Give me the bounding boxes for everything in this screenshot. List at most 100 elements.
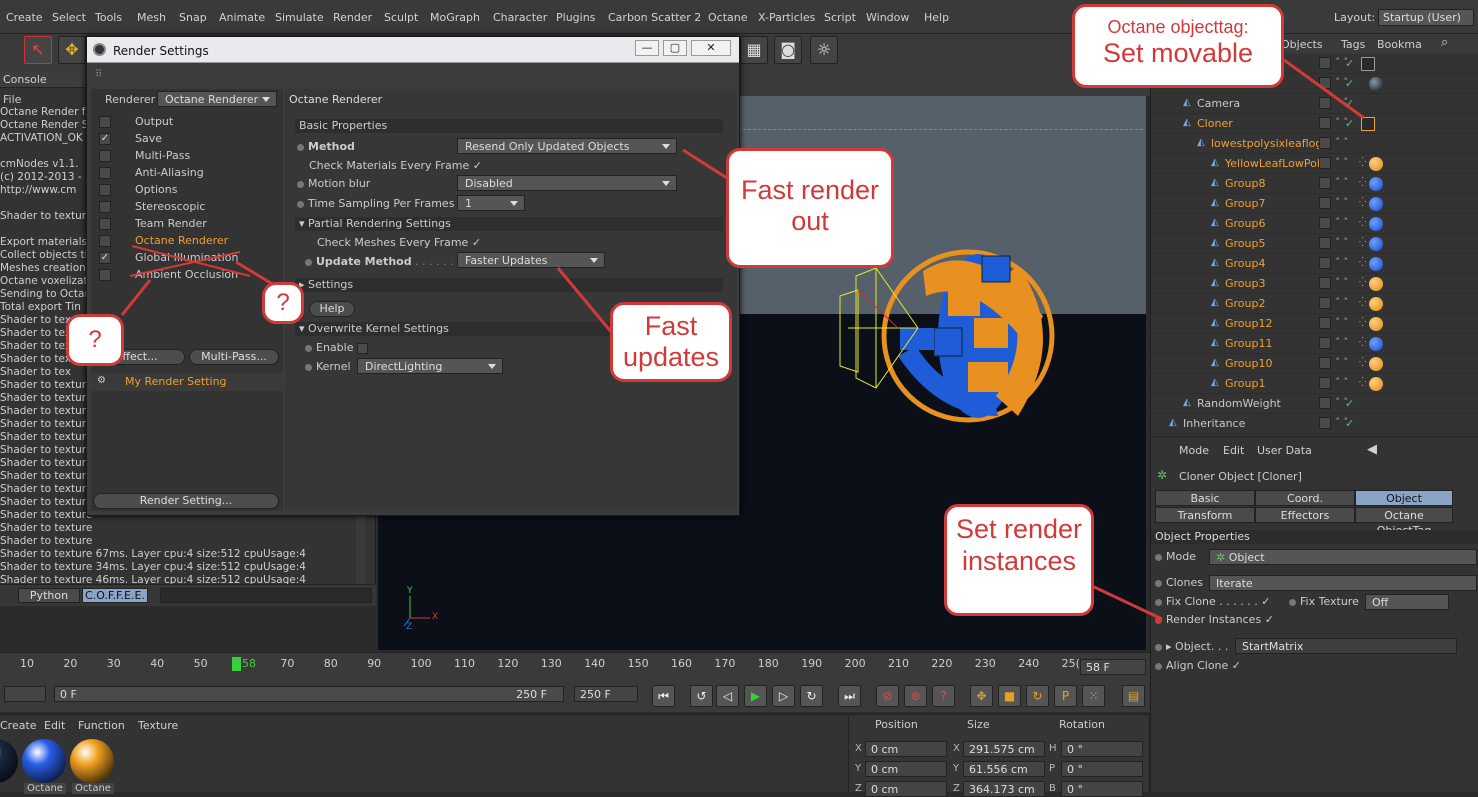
objects-tab[interactable]: Objects	[1281, 38, 1323, 51]
phong-tag-icon[interactable]: ⁛	[1359, 378, 1366, 388]
coord-size-field[interactable]: 291.575 cm	[963, 741, 1045, 757]
back-arrow-icon[interactable]: ◀	[1367, 442, 1377, 457]
object-name[interactable]: Group3	[1225, 277, 1266, 290]
material-tag-icon[interactable]	[1369, 257, 1383, 271]
enabled-check-icon[interactable]: ✓	[1345, 57, 1354, 70]
render-setting-checkbox[interactable]	[99, 235, 111, 247]
tab-transform[interactable]: Transform	[1155, 507, 1255, 523]
tab-octane-objecttag[interactable]: Octane ObjectTag	[1355, 507, 1453, 537]
method-dropdown[interactable]: Resend Only Updated Objects	[457, 138, 677, 154]
align-clone-check[interactable]: ✓	[1232, 659, 1241, 672]
end-frame-field[interactable]: 250 F	[574, 686, 638, 702]
editor-visibility-icon[interactable]	[1319, 257, 1331, 269]
editor-visibility-icon[interactable]	[1319, 117, 1331, 129]
editor-visibility-icon[interactable]	[1319, 57, 1331, 69]
render-instances-check[interactable]: ✓	[1265, 613, 1274, 626]
octane-objecttag-icon[interactable]	[1361, 117, 1375, 131]
menu-item-plugins[interactable]: Plugins	[556, 11, 595, 24]
play-icon[interactable]: ▶	[744, 685, 767, 707]
render-setting-button[interactable]: Render Setting...	[93, 493, 279, 509]
render-setting-checkbox[interactable]	[99, 201, 111, 213]
render-visibility-dots[interactable]: • •	[1335, 136, 1348, 145]
coord-pos-field[interactable]: 0 cm	[865, 781, 947, 797]
attr-userdata-menu[interactable]: User Data	[1257, 444, 1312, 457]
menu-item-carbon-scatter-2[interactable]: Carbon Scatter 2	[608, 11, 701, 24]
scale-key-icon[interactable]: ■	[998, 685, 1021, 707]
object-row[interactable]: ◭ RandomWeight • • ✓	[1151, 394, 1478, 414]
editor-visibility-icon[interactable]	[1319, 317, 1331, 329]
coord-pos-field[interactable]: 0 cm	[865, 761, 947, 777]
script-input[interactable]	[160, 588, 372, 603]
object-name[interactable]: Group6	[1225, 217, 1266, 230]
menu-item-window[interactable]: Window	[866, 11, 909, 24]
pla-key-icon[interactable]: ⁙	[1082, 685, 1105, 707]
menu-item-mesh[interactable]: Mesh	[137, 11, 166, 24]
render-setting-item-octane-renderer[interactable]: Octane Renderer	[135, 234, 228, 247]
render-visibility-dots[interactable]: • •	[1335, 156, 1348, 165]
start-frame-field[interactable]	[4, 686, 46, 702]
phong-tag-icon[interactable]: ⁛	[1359, 238, 1366, 248]
object-row[interactable]: ◭ Cloner • • ✓	[1151, 114, 1478, 134]
object-row[interactable]: ◭ YellowLeafLowPoly • • ⁛	[1151, 154, 1478, 174]
object-row[interactable]: ◭ Group7 • • ⁛	[1151, 194, 1478, 214]
object-name[interactable]: Group5	[1225, 237, 1266, 250]
light-icon[interactable]: ☼	[810, 36, 838, 64]
coord-pos-field[interactable]: 0 cm	[865, 741, 947, 757]
phong-tag-icon[interactable]: ⁛	[1359, 278, 1366, 288]
coord-size-field[interactable]: 364.173 cm	[963, 781, 1045, 797]
enabled-check-icon[interactable]: ✓	[1345, 417, 1354, 430]
coffee-tab[interactable]: C.O.F.F.E.E.	[82, 588, 148, 603]
position-key-icon[interactable]: ✥	[970, 685, 993, 707]
editor-visibility-icon[interactable]	[1319, 217, 1331, 229]
move-tool-icon[interactable]: ✥	[58, 36, 86, 64]
object-row[interactable]: ◭ Group10 • • ⁛	[1151, 354, 1478, 374]
editor-visibility-icon[interactable]	[1319, 77, 1331, 89]
render-visibility-dots[interactable]: • •	[1335, 196, 1348, 205]
editor-visibility-icon[interactable]	[1319, 137, 1331, 149]
render-setting-checkbox[interactable]	[99, 218, 111, 230]
render-visibility-dots[interactable]: • •	[1335, 256, 1348, 265]
my-render-setting-row[interactable]: ⚙ My Render Setting	[91, 373, 283, 391]
current-frame-field[interactable]: 58 F	[1080, 659, 1146, 675]
render-setting-item-stereoscopic[interactable]: Stereoscopic	[135, 200, 205, 213]
object-name[interactable]: Inheritance	[1183, 417, 1245, 430]
object-row[interactable]: ◭ Group12 • • ⁛	[1151, 314, 1478, 334]
layout-select[interactable]: Startup (User)	[1378, 9, 1474, 26]
menu-item-tools[interactable]: Tools	[95, 11, 122, 24]
tab-effectors[interactable]: Effectors	[1255, 507, 1355, 523]
material-tag-icon[interactable]	[1369, 197, 1383, 211]
object-row[interactable]: ◭ Inheritance • • ✓	[1151, 414, 1478, 434]
next-key-icon[interactable]: ↻	[800, 685, 823, 707]
check-meshes-check[interactable]: ✓	[472, 236, 481, 249]
multipass-button[interactable]: Multi-Pass...	[189, 349, 279, 365]
render-setting-item-output[interactable]: Output	[135, 115, 173, 128]
motion-blur-dropdown[interactable]: Disabled	[457, 175, 677, 191]
timeline-ruler[interactable]: 10 20 30 40 50 58 70 80 90 100 110 120 130 140 150 160 1…	[0, 652, 1150, 682]
render-visibility-dots[interactable]: • •	[1335, 356, 1348, 365]
object-row[interactable]: ◭ Camera • • ✓	[1151, 94, 1478, 114]
fix-texture-dropdown[interactable]: Off	[1365, 594, 1449, 610]
object-row[interactable]: ◭ Group8 • • ⁛	[1151, 174, 1478, 194]
material-tag-icon[interactable]	[1369, 157, 1383, 171]
fix-clone-check[interactable]: ✓	[1261, 595, 1270, 608]
object-name[interactable]: lowestpolysixleaflogo	[1211, 137, 1329, 150]
keyframe-help-icon[interactable]: ?	[932, 685, 955, 707]
object-row[interactable]: ◭ Group3 • • ⁛	[1151, 274, 1478, 294]
mode-dropdown[interactable]: ✲ Object	[1209, 549, 1477, 565]
phong-tag-icon[interactable]: ⁛	[1359, 258, 1366, 268]
phong-tag-icon[interactable]: ⁛	[1359, 198, 1366, 208]
tags-tab[interactable]: Tags	[1341, 38, 1365, 51]
material-tag-icon[interactable]	[1369, 237, 1383, 251]
render-setting-checkbox[interactable]	[99, 269, 111, 281]
render-setting-checkbox[interactable]	[99, 150, 111, 162]
grid-icon[interactable]: ▦	[740, 36, 768, 64]
enable-checkbox[interactable]	[356, 342, 368, 354]
material-tag-icon[interactable]	[1369, 337, 1383, 351]
render-visibility-dots[interactable]: • •	[1335, 316, 1348, 325]
object-row[interactable]: ◭ lowestpolysixleaflogo • •	[1151, 134, 1478, 154]
phong-tag-icon[interactable]: ⁛	[1359, 218, 1366, 228]
time-sampling-field[interactable]: 1	[457, 195, 525, 211]
editor-visibility-icon[interactable]	[1319, 97, 1331, 109]
object-name[interactable]: Group10	[1225, 357, 1273, 370]
coord-rot-field[interactable]: 0 °	[1061, 761, 1143, 777]
